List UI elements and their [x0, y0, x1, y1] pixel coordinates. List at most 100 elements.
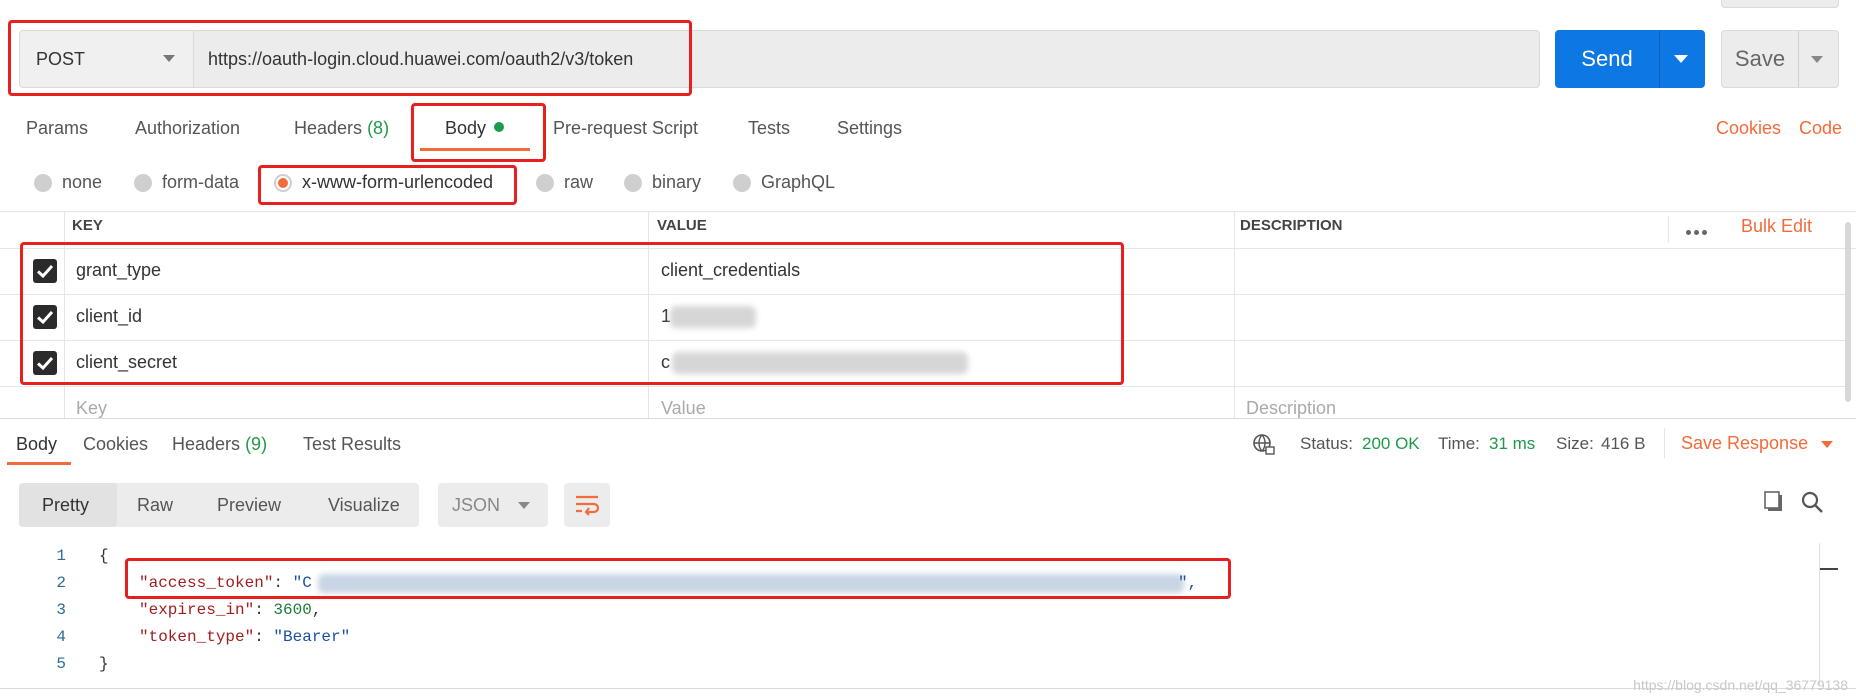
radio-circle-icon: [134, 173, 152, 192]
method-select[interactable]: POST: [19, 30, 193, 88]
copy-icon[interactable]: [1762, 490, 1786, 519]
row-checkbox[interactable]: [33, 305, 57, 329]
send-dropdown-icon[interactable]: [1674, 55, 1688, 63]
table-scrollbar[interactable]: [1845, 222, 1851, 402]
tab-headers[interactable]: Headers (8): [294, 118, 389, 139]
table-header: [0, 211, 1856, 249]
view-raw[interactable]: Raw: [137, 495, 173, 516]
tab-tests[interactable]: Tests: [748, 118, 790, 139]
radio-none[interactable]: none: [34, 172, 102, 193]
save-button[interactable]: Save: [1721, 30, 1839, 88]
row-checkbox[interactable]: [33, 351, 57, 375]
save-label: Save: [1734, 46, 1786, 71]
wrap-icon: [576, 495, 600, 516]
wrap-lines-button[interactable]: [564, 483, 610, 527]
send-label: Send: [1581, 46, 1633, 71]
url-value: https://oauth-login.cloud.huawei.com/oau…: [208, 48, 634, 69]
line-number: 5: [56, 655, 66, 673]
save-response-button[interactable]: Save Response: [1681, 433, 1834, 454]
param-key[interactable]: client_id: [76, 306, 142, 327]
save-divider: [1798, 31, 1799, 87]
line-number: 1: [56, 547, 66, 565]
url-input[interactable]: https://oauth-login.cloud.huawei.com/oau…: [193, 30, 1540, 88]
radio-x-www-form-urlencoded[interactable]: x-www-form-urlencoded: [274, 172, 493, 193]
more-options-icon[interactable]: [1686, 222, 1710, 240]
param-key[interactable]: client_secret: [76, 352, 177, 373]
code-link[interactable]: Code: [1799, 118, 1842, 139]
tab-pre-request-script[interactable]: Pre-request Script: [553, 118, 698, 139]
pane-divider: [0, 418, 1856, 419]
send-button[interactable]: Send: [1555, 30, 1705, 88]
time-value: 31 ms: [1489, 434, 1536, 453]
line-number: 3: [56, 601, 66, 619]
search-icon[interactable]: [1800, 490, 1824, 519]
param-key[interactable]: grant_type: [76, 260, 161, 281]
globe-lock-icon[interactable]: [1252, 432, 1276, 461]
code-line: }: [99, 655, 109, 673]
code-scroll-track: [1819, 543, 1820, 685]
time-label: Time:: [1438, 434, 1480, 453]
redacted-value: [672, 352, 968, 374]
line-number: 4: [56, 628, 66, 646]
size-value: 416 B: [1601, 434, 1646, 453]
radio-form-data[interactable]: form-data: [134, 172, 239, 193]
tab-authorization[interactable]: Authorization: [135, 118, 240, 139]
radio-circle-icon: [733, 173, 751, 192]
code-line: {: [99, 547, 109, 565]
header-divider: [1668, 216, 1669, 242]
table-row: [0, 295, 1845, 341]
resp-tab-underline: [7, 462, 71, 465]
tab-body[interactable]: Body: [445, 118, 505, 139]
view-preview[interactable]: Preview: [217, 495, 281, 516]
status-value: 200 OK: [1362, 434, 1420, 453]
line-number: 2: [56, 574, 66, 592]
col-key-header: KEY: [72, 217, 103, 234]
headers-count: (8): [367, 118, 390, 138]
save-dropdown-icon[interactable]: [1811, 55, 1823, 63]
resp-tab-test-results[interactable]: Test Results: [303, 434, 401, 455]
chevron-down-icon: [163, 55, 175, 62]
resp-headers-count: (9): [245, 434, 268, 454]
watermark: https://blog.csdn.net/qq_36779138: [1633, 677, 1848, 693]
code-line: "token_type": "Bearer": [139, 628, 351, 646]
tab-params[interactable]: Params: [26, 118, 88, 139]
col-value-header: VALUE: [657, 217, 707, 234]
code-line: "access_token": "C: [139, 574, 312, 592]
radio-graphql[interactable]: GraphQL: [733, 172, 835, 193]
bulk-edit-link[interactable]: Bulk Edit: [1741, 216, 1812, 237]
code-line: "expires_in": 3600,: [139, 601, 322, 619]
row-checkbox[interactable]: [33, 259, 57, 283]
save-dropdown-remnant: [1721, 0, 1839, 8]
radio-selected-icon: [274, 173, 292, 192]
view-pretty[interactable]: Pretty: [42, 495, 89, 516]
chevron-down-icon: [518, 502, 530, 509]
param-value[interactable]: client_credentials: [661, 260, 800, 281]
resp-tab-headers[interactable]: Headers (9): [172, 434, 267, 455]
resp-tab-body[interactable]: Body: [16, 434, 57, 455]
status-divider: [1664, 428, 1665, 458]
radio-circle-icon: [536, 173, 554, 192]
code-scroll-marker: [1820, 568, 1838, 570]
col-description-header: DESCRIPTION: [1240, 217, 1343, 234]
param-value[interactable]: c: [661, 352, 670, 373]
radio-raw[interactable]: raw: [536, 172, 593, 193]
chevron-down-icon: [1821, 440, 1834, 448]
resp-tab-cookies[interactable]: Cookies: [83, 434, 148, 455]
radio-circle-icon: [34, 173, 52, 192]
new-description-input[interactable]: Description: [1246, 398, 1336, 419]
format-select[interactable]: JSON: [438, 483, 548, 527]
view-visualize[interactable]: Visualize: [328, 495, 400, 516]
code-line-tail: ",: [1178, 574, 1198, 592]
cookies-link[interactable]: Cookies: [1716, 118, 1781, 139]
tab-body-underline: [420, 148, 530, 151]
send-divider: [1659, 30, 1660, 88]
status-label: Status:: [1300, 434, 1353, 453]
bottom-border: [0, 688, 1856, 689]
new-key-input[interactable]: Key: [76, 398, 107, 419]
method-value: POST: [36, 48, 86, 69]
size-label: Size:: [1556, 434, 1594, 453]
radio-binary[interactable]: binary: [624, 172, 701, 193]
tab-settings[interactable]: Settings: [837, 118, 902, 139]
new-value-input[interactable]: Value: [661, 398, 706, 419]
radio-circle-icon: [624, 173, 642, 192]
